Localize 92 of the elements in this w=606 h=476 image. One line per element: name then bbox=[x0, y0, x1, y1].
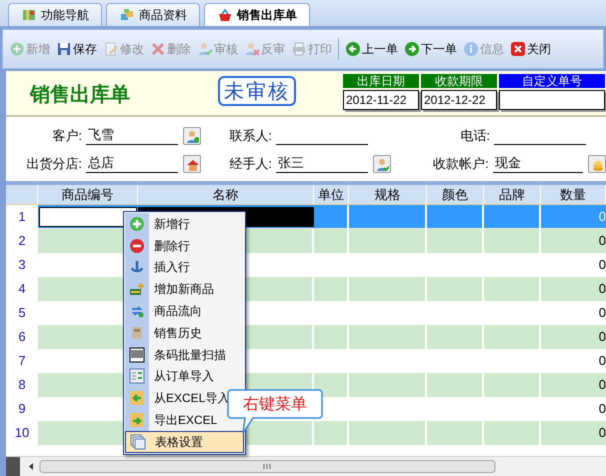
table-cell bbox=[427, 421, 484, 445]
toolbar-button[interactable]: 上一单 bbox=[345, 40, 398, 58]
user-check-icon bbox=[375, 157, 389, 171]
toolbar-button[interactable]: 关闭 bbox=[510, 40, 551, 58]
field-label: 客户: bbox=[51, 126, 83, 144]
table-cell bbox=[427, 325, 484, 349]
grid-corner bbox=[6, 457, 20, 476]
product-add-icon bbox=[129, 281, 145, 298]
table-cell bbox=[427, 277, 484, 301]
date-column-header: 自定义单号 bbox=[499, 74, 605, 88]
column-header[interactable]: 单位 bbox=[314, 185, 349, 204]
printer-icon bbox=[291, 41, 307, 57]
menu-item[interactable]: 增加新商品 bbox=[125, 278, 244, 300]
column-header[interactable]: 商品编号 bbox=[38, 185, 138, 204]
user-add-icon bbox=[185, 129, 199, 143]
user-cross-icon bbox=[244, 41, 260, 57]
table-cell bbox=[484, 277, 541, 301]
table-cell bbox=[484, 421, 541, 445]
menu-item[interactable]: 从订单导入 bbox=[125, 366, 244, 388]
column-header[interactable]: 名称 bbox=[138, 185, 314, 204]
table-cell bbox=[314, 421, 349, 445]
tab[interactable]: 功能导航 bbox=[8, 3, 102, 26]
pencil-icon bbox=[103, 41, 119, 57]
column-header[interactable]: 品牌 bbox=[484, 185, 541, 204]
toolbar-button[interactable]: 下一单 bbox=[404, 40, 457, 58]
menu-item[interactable]: 表格设置 bbox=[125, 430, 244, 453]
basket-icon bbox=[217, 7, 233, 23]
table-cell: 0 bbox=[541, 229, 606, 253]
date-field[interactable]: 2012-12-22 bbox=[421, 90, 497, 110]
export-icon bbox=[129, 412, 145, 428]
menu-item[interactable]: 插入行 bbox=[125, 256, 244, 278]
field-label: 电话: bbox=[459, 126, 491, 144]
input-field[interactable]: 总店 bbox=[86, 153, 178, 173]
table-cell: 0 bbox=[541, 325, 606, 349]
field-label: 收款帐户: bbox=[432, 154, 490, 172]
input-field[interactable]: 张三 bbox=[276, 153, 368, 173]
table-cell bbox=[427, 229, 484, 253]
menu-item[interactable]: 商品流向 bbox=[125, 300, 244, 322]
lookup-button[interactable] bbox=[183, 155, 201, 173]
menu-item[interactable]: 条码批量扫描 bbox=[125, 344, 244, 366]
input-field[interactable]: 现金 bbox=[492, 153, 584, 173]
lookup-button[interactable] bbox=[588, 155, 606, 173]
document-title: 销售出库单 bbox=[30, 81, 131, 108]
toolbar-button[interactable]: 保存 bbox=[56, 40, 97, 58]
table-cell: 0 bbox=[541, 373, 606, 397]
tab[interactable]: 销售出库单 bbox=[204, 3, 310, 26]
table-cell-text: 0 bbox=[598, 208, 606, 226]
input-field[interactable]: 飞雪 bbox=[86, 125, 178, 145]
status-stamp: 未审核 bbox=[218, 76, 296, 106]
menu-item[interactable]: 销售历史 bbox=[125, 322, 244, 344]
close-icon bbox=[510, 41, 526, 57]
table-cell bbox=[314, 325, 349, 349]
table-cell bbox=[314, 373, 349, 397]
table-cell: 0 bbox=[541, 421, 606, 445]
plus-icon bbox=[9, 41, 25, 57]
row-number: 1 bbox=[6, 205, 38, 229]
table-cell bbox=[314, 229, 349, 253]
table-cell bbox=[314, 277, 349, 301]
table-icon bbox=[130, 434, 146, 450]
menu-item[interactable]: 删除行 bbox=[125, 234, 244, 257]
table-cell bbox=[484, 229, 541, 253]
map-icon bbox=[21, 7, 37, 23]
cross-icon bbox=[150, 41, 166, 57]
tab[interactable]: 商品资料 bbox=[106, 3, 200, 26]
table-cell: 0 bbox=[541, 277, 606, 301]
field-label: 出货分店: bbox=[25, 154, 83, 172]
house-icon bbox=[185, 157, 199, 171]
date-column-header: 出库日期 bbox=[343, 74, 419, 88]
column-header[interactable]: 颜色 bbox=[427, 185, 484, 204]
user-check-icon bbox=[197, 41, 213, 57]
minus-icon bbox=[129, 238, 145, 254]
list-icon bbox=[129, 368, 145, 384]
field-label: 经手人: bbox=[228, 154, 273, 172]
menu-item[interactable]: 新增行 bbox=[125, 213, 244, 235]
callout-tooltip: 右键菜单 bbox=[227, 389, 323, 435]
date-column-header: 收款期限 bbox=[421, 74, 497, 88]
field-label: 联系人: bbox=[228, 126, 273, 144]
table-cell bbox=[484, 325, 541, 349]
lookup-button[interactable] bbox=[373, 155, 391, 173]
import-icon bbox=[129, 390, 145, 406]
box-icon bbox=[129, 324, 145, 341]
column-header[interactable]: 规格 bbox=[349, 185, 427, 204]
date-field[interactable] bbox=[499, 90, 605, 110]
date-field[interactable]: 2012-11-22 bbox=[343, 90, 419, 110]
boxes-icon bbox=[119, 7, 135, 23]
lookup-button[interactable] bbox=[183, 127, 201, 145]
column-header[interactable]: 数量 bbox=[541, 185, 606, 204]
plus-icon bbox=[129, 216, 145, 232]
table-cell bbox=[427, 373, 484, 397]
table-cell bbox=[484, 373, 541, 397]
barcode-icon bbox=[129, 346, 145, 363]
info-icon bbox=[463, 41, 479, 57]
